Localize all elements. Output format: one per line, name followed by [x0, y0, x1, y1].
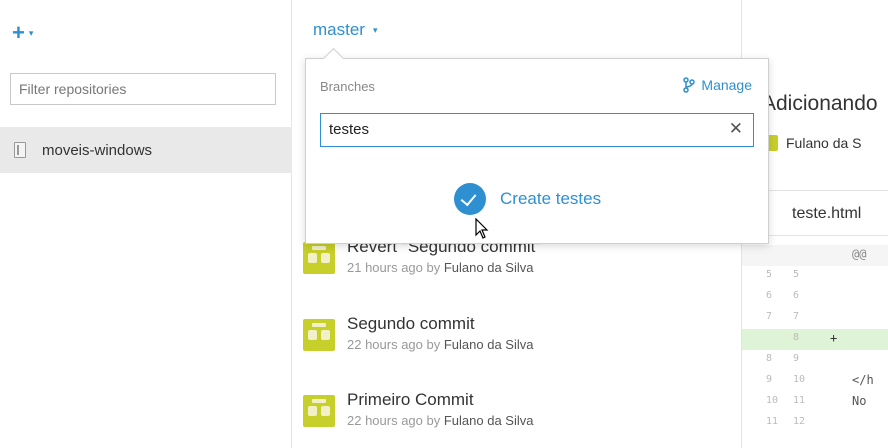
commit-author: Fulano da Silva — [443, 337, 534, 352]
chevron-down-icon: ▾ — [28, 27, 34, 38]
avatar — [303, 319, 335, 351]
branch-selector-button[interactable]: master ▾ — [313, 20, 378, 40]
repository-label: moveis-windows — [42, 141, 153, 159]
diff-line: 10 11 No — [766, 394, 867, 408]
branch-popup: Branches Manage ✕ Create testes — [305, 58, 769, 244]
repository-sidebar: + ▾ moveis-windows — [0, 0, 292, 448]
filter-repositories-input[interactable] — [10, 73, 276, 105]
mouse-cursor-icon — [475, 218, 489, 239]
commit-item[interactable]: Primeiro Commit 22 hours ago by Fulano d… — [303, 390, 533, 448]
commit-title: Segundo commit — [347, 314, 475, 333]
create-branch-button[interactable]: Create testes — [454, 183, 601, 215]
file-name: teste.html — [792, 205, 862, 222]
add-repository-button[interactable]: + ▾ — [12, 22, 33, 44]
check-icon — [454, 183, 486, 215]
commit-author: Fulano da Silva — [443, 413, 534, 428]
manage-label: Manage — [701, 77, 752, 93]
chevron-down-icon: ▾ — [372, 24, 378, 35]
branch-search-field[interactable]: ✕ — [320, 113, 754, 147]
avatar — [303, 395, 335, 427]
commit-title: Primeiro Commit — [347, 390, 474, 409]
diff-line: @@ — [742, 245, 888, 266]
diff-line: 11 12 — [766, 416, 806, 427]
repository-icon — [14, 142, 26, 158]
author-name: Fulano da S — [786, 135, 862, 151]
app-window: + ▾ moveis-windows master ▾ Revert "Segu… — [0, 0, 888, 448]
avatar — [303, 242, 335, 274]
commit-author: Fulano da Silva — [443, 260, 534, 275]
manage-branches-button[interactable]: Manage — [683, 77, 752, 93]
commit-author-row: Fulano da S — [762, 135, 862, 151]
current-branch-label: master — [313, 20, 365, 39]
commit-item[interactable]: Revert "Segundo commit" 21 hours ago by … — [303, 237, 541, 297]
diff-line: 55 — [766, 269, 800, 280]
close-icon[interactable]: ✕ — [729, 119, 743, 139]
plus-icon: + — [12, 20, 25, 45]
repository-item[interactable]: moveis-windows — [0, 127, 292, 173]
diff-line: 9 10 </h — [766, 373, 874, 387]
diff-line: 66 — [766, 290, 800, 301]
commit-item[interactable]: Segundo commit 22 hours ago by Fulano da… — [303, 314, 533, 374]
branches-header: Branches — [320, 79, 375, 94]
commit-meta: 22 hours ago by Fulano da Silva — [347, 337, 534, 352]
commit-heading: Adicionando — [762, 92, 878, 115]
diff-line: 77 — [766, 311, 800, 322]
branch-icon — [683, 77, 696, 93]
create-branch-label: Create testes — [500, 189, 602, 208]
diff-view: @@ 55 66 77 8 + 89 9 10 </h 10 11 No 11 … — [742, 245, 888, 434]
diff-line-added: 8 + — [742, 329, 888, 350]
commit-meta: 21 hours ago by Fulano da Silva — [347, 260, 534, 275]
commit-meta: 22 hours ago by Fulano da Silva — [347, 413, 534, 428]
diff-line: 89 — [766, 353, 800, 364]
branch-search-input[interactable] — [321, 114, 721, 145]
